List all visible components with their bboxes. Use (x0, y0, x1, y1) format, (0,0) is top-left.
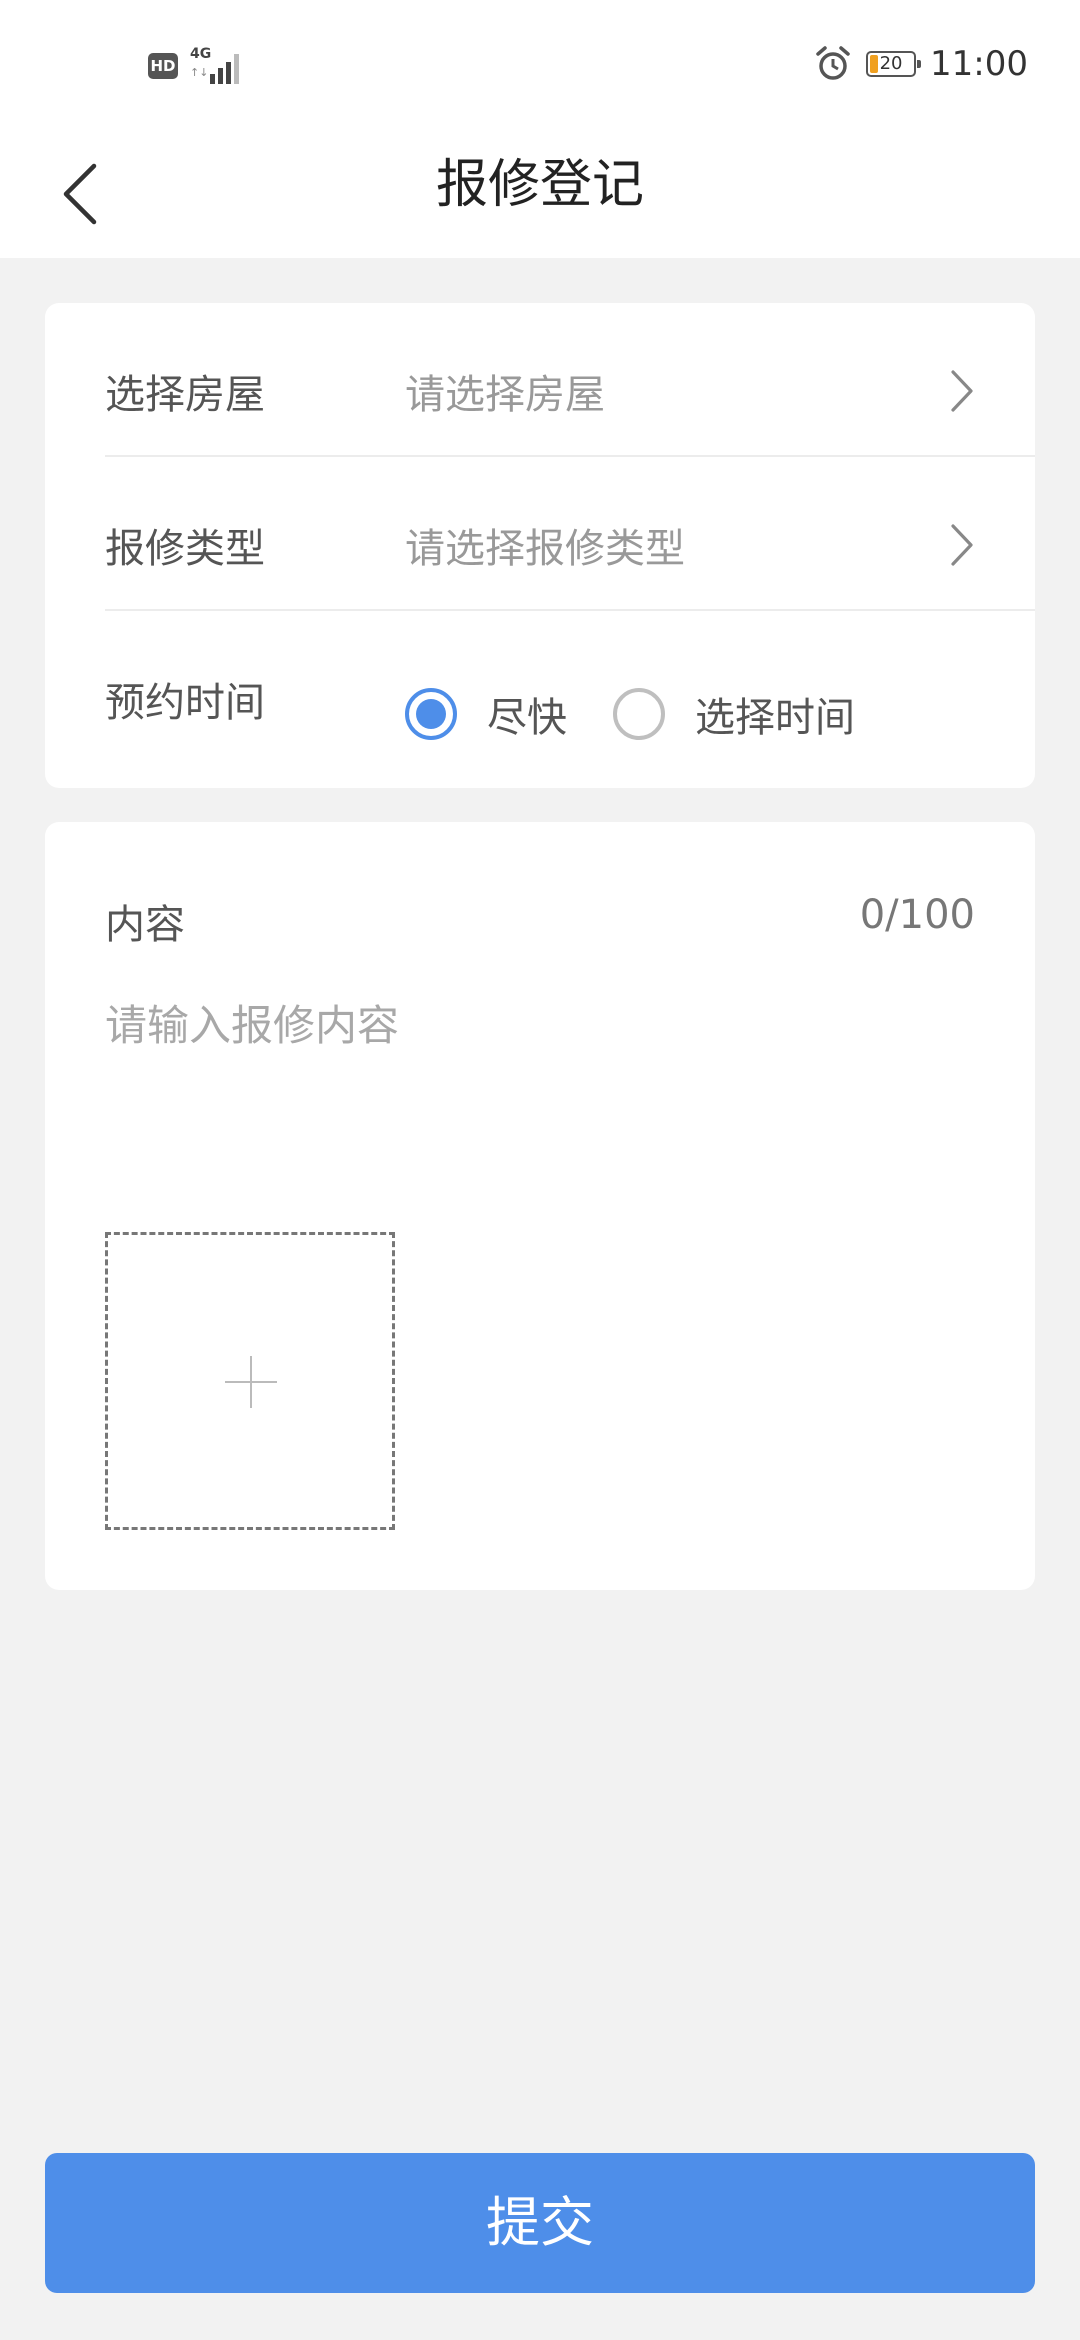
status-bar: HD 4G ↑↓ 20 11:00 (0, 0, 1080, 130)
char-counter: 0/100 (859, 892, 975, 938)
appointment-row: 预约时间 尽快 选择时间 (105, 611, 1035, 763)
hd-badge: HD (148, 53, 178, 79)
page-title: 报修登记 (435, 155, 644, 215)
nav-bar: 报修登记 (0, 130, 1080, 258)
signal-icon: 4G ↑↓ (190, 46, 244, 84)
status-right: 20 11:00 (814, 44, 1028, 84)
submit-button[interactable]: 提交 (45, 2153, 1035, 2293)
chevron-right-icon (951, 524, 973, 566)
data-arrows-icon: ↑↓ (190, 66, 209, 79)
network-type: 4G (190, 46, 212, 62)
house-placeholder: 请选择房屋 (405, 372, 605, 418)
repair-type-label: 报修类型 (105, 526, 265, 572)
signal-bars-icon (210, 54, 239, 84)
status-left: HD 4G ↑↓ (148, 46, 244, 84)
appointment-label: 预约时间 (105, 680, 265, 726)
appointment-radio-group: 尽快 选择时间 (405, 685, 901, 743)
plus-icon (225, 1356, 277, 1408)
content-textarea[interactable] (105, 992, 975, 1132)
house-label: 选择房屋 (105, 372, 265, 418)
battery-icon: 20 (866, 51, 922, 77)
content-card: 内容 0/100 (45, 822, 1035, 1590)
house-select-row[interactable]: 选择房屋 请选择房屋 (105, 303, 1035, 457)
status-time: 11:00 (930, 44, 1028, 84)
radio-unchecked-icon (613, 688, 665, 740)
content-label: 内容 (105, 902, 185, 948)
alarm-icon (816, 46, 850, 80)
image-upload-button[interactable] (105, 1232, 395, 1530)
battery-percent: 20 (879, 53, 903, 74)
radio-asap[interactable]: 尽快 (405, 685, 567, 743)
radio-choose-time[interactable]: 选择时间 (613, 685, 855, 743)
basic-info-card: 选择房屋 请选择房屋 报修类型 请选择报修类型 预约时间 尽快 选择时间 (45, 303, 1035, 788)
repair-type-placeholder: 请选择报修类型 (405, 526, 685, 572)
chevron-right-icon (951, 370, 973, 412)
radio-choose-time-label: 选择时间 (695, 695, 855, 741)
radio-checked-icon (405, 688, 457, 740)
radio-asap-label: 尽快 (487, 695, 567, 741)
repair-type-select-row[interactable]: 报修类型 请选择报修类型 (105, 457, 1035, 611)
